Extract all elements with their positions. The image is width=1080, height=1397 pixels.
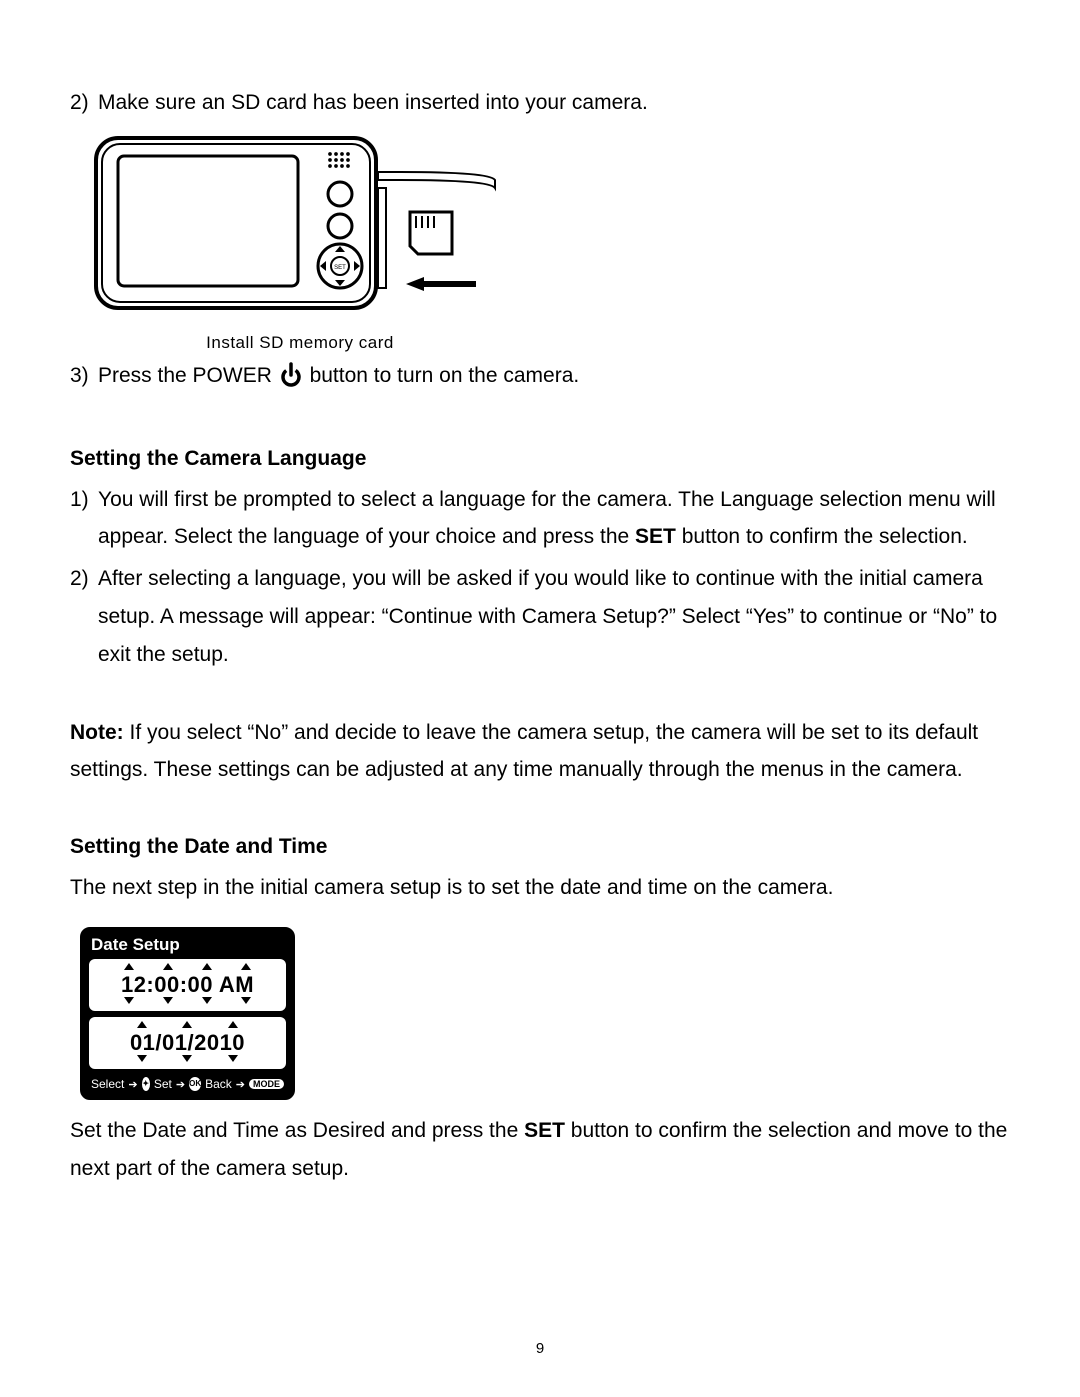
date-intro: The next step in the initial camera setu… (70, 869, 1010, 907)
list-number: 1) (70, 481, 98, 557)
arrow-right-icon: ➔ (176, 1078, 185, 1091)
date-setup-panel: Date Setup 12:00:00 AM (80, 927, 295, 1100)
figure-camera-sd: SET Install (90, 132, 1010, 353)
section-title-date: Setting the Date and Time (70, 835, 1010, 859)
triangle-down-icon (163, 997, 173, 1004)
triangle-up-icon (228, 1021, 238, 1028)
triangle-down-icon (228, 1055, 238, 1062)
triangle-down-icon (137, 1055, 147, 1062)
date-setup-title: Date Setup (83, 930, 292, 959)
footer-select-label: Select (91, 1077, 124, 1091)
step-2: 2) Make sure an SD card has been inserte… (70, 84, 1010, 122)
power-icon (278, 362, 304, 401)
mode-pill: MODE (249, 1079, 284, 1089)
triangle-up-icon (124, 963, 134, 970)
triangle-up-icon (163, 963, 173, 970)
language-step-2: 2) After selecting a language, you will … (70, 560, 1010, 673)
text-after-icon: button to turn on the camera. (310, 364, 580, 387)
ok-icon: OK (189, 1077, 201, 1091)
date-after-text: Set the Date and Time as Desired and pre… (70, 1112, 1010, 1188)
date-setup-footer: Select ➔ ✦ Set ➔ OK Back ➔ MODE (83, 1075, 292, 1097)
svg-text:SET: SET (334, 265, 346, 271)
triangle-down-icon (202, 997, 212, 1004)
date-down-arrows (89, 1055, 286, 1065)
list-number: 2) (70, 560, 98, 673)
step-text: Press the POWER button to turn on the ca… (98, 357, 1010, 401)
triangle-down-icon (182, 1055, 192, 1062)
figure-caption: Install SD memory card (90, 333, 510, 353)
step-3: 3) Press the POWER button to turn on the… (70, 357, 1010, 401)
time-down-arrows (89, 997, 286, 1007)
time-value: 12:00:00 AM (89, 973, 286, 997)
set-button-label: SET (635, 525, 676, 548)
arrow-right-icon: ➔ (236, 1078, 245, 1091)
note-label: Note: (70, 721, 124, 744)
text-before-icon: Press the POWER (98, 364, 278, 387)
note-block: Note: If you select “No” and decide to l… (70, 714, 1010, 790)
arrow-right-icon: ➔ (128, 1078, 137, 1091)
list-number: 2) (70, 84, 98, 122)
date-field: 01/01/2010 (89, 1017, 286, 1069)
text-part-b: button to confirm the selection. (676, 525, 968, 548)
step-text: After selecting a language, you will be … (98, 560, 1010, 673)
triangle-up-icon (182, 1021, 192, 1028)
section-title-language: Setting the Camera Language (70, 447, 1010, 471)
camera-diagram: SET (90, 132, 510, 322)
triangle-up-icon (241, 963, 251, 970)
step-text: Make sure an SD card has been inserted i… (98, 84, 1010, 122)
date-value: 01/01/2010 (89, 1031, 286, 1055)
footer-set-label: Set (154, 1077, 172, 1091)
text-part-a: Set the Date and Time as Desired and pre… (70, 1119, 524, 1142)
time-field: 12:00:00 AM (89, 959, 286, 1011)
triangle-up-icon (137, 1021, 147, 1028)
language-step-1: 1) You will first be prompted to select … (70, 481, 1010, 557)
set-button-label: SET (524, 1119, 565, 1142)
dpad-icon: ✦ (142, 1077, 150, 1091)
list-number: 3) (70, 357, 98, 401)
manual-page: 2) Make sure an SD card has been inserte… (0, 0, 1080, 1397)
note-text: If you select “No” and decide to leave t… (70, 721, 978, 782)
page-number: 9 (0, 1340, 1080, 1357)
step-text: You will first be prompted to select a l… (98, 481, 1010, 557)
date-setup-frame: Date Setup 12:00:00 AM (80, 927, 295, 1100)
footer-back-label: Back (205, 1077, 232, 1091)
triangle-down-icon (124, 997, 134, 1004)
triangle-down-icon (241, 997, 251, 1004)
triangle-up-icon (202, 963, 212, 970)
